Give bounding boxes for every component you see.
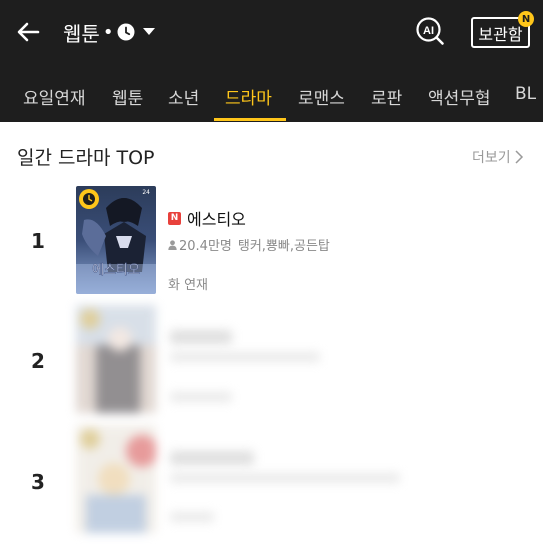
blurred-meta-placeholder — [170, 473, 400, 483]
update-schedule: 화 연재 — [168, 278, 209, 293]
active-tab-indicator — [214, 118, 286, 121]
clock-icon — [79, 189, 99, 209]
cover-art-image — [76, 425, 156, 533]
comic-meta: 20.4만명 탱커,뿅빠,공든탑 — [168, 235, 330, 254]
rank-number: 1 — [31, 229, 45, 253]
section-title: 일간 드라마 TOP — [17, 147, 155, 169]
tab-drama[interactable]: 드라마 — [225, 84, 272, 109]
rank-number: 3 — [31, 470, 45, 494]
comic-thumbnail[interactable] — [76, 305, 156, 413]
svg-text:AI: AI — [423, 25, 434, 37]
comic-info: N 에스티오 20.4만명 탱커,뿅빠,공든탑 화 연재 — [168, 206, 330, 293]
ranking-item[interactable]: 1 에스티오 24 N 에스티오 20.4만명 탱커,뿅빠,공든탑 화 연재 — [0, 186, 543, 298]
blurred-schedule-placeholder — [170, 392, 232, 402]
more-link[interactable]: 더보기 — [472, 147, 524, 167]
svg-text:에스티오: 에스티오 — [92, 263, 140, 278]
caret-down-icon — [143, 28, 156, 35]
more-label: 더보기 — [472, 150, 511, 166]
new-indicator-badge: N — [518, 11, 534, 27]
person-icon — [168, 239, 177, 250]
tab-bl[interactable]: BL — [515, 84, 536, 104]
chevron-right-icon — [515, 150, 523, 164]
ai-search-icon[interactable]: AI — [415, 16, 445, 46]
rank-number: 2 — [31, 349, 45, 373]
category-selector[interactable]: 웹툰 • — [63, 17, 156, 47]
comic-title-line: N 에스티오 — [168, 206, 330, 230]
comic-thumbnail[interactable] — [76, 425, 156, 533]
cover-art-image — [76, 305, 156, 413]
comic-thumbnail[interactable]: 에스티오 24 — [76, 186, 156, 294]
comic-title: 에스티오 — [187, 210, 246, 229]
tab-webtoon[interactable]: 웹툰 — [112, 84, 143, 109]
view-count: 20.4만명 — [179, 239, 232, 254]
tab-shonen[interactable]: 소년 — [168, 84, 199, 109]
back-arrow-icon[interactable] — [14, 18, 42, 46]
blurred-title-placeholder — [170, 451, 254, 465]
clock-icon — [117, 23, 135, 41]
tab-action[interactable]: 액션무협 — [428, 84, 491, 109]
library-button[interactable]: 보관함 N — [471, 11, 534, 48]
blurred-meta-placeholder — [170, 352, 320, 362]
title-separator: • — [102, 21, 114, 43]
tab-romance[interactable]: 로맨스 — [298, 84, 345, 109]
blurred-schedule-placeholder — [170, 512, 214, 522]
author-names: 탱커,뿅빠,공든탑 — [237, 239, 330, 254]
genre-tabs: 요일연재 웹툰 소년 드라마 로맨스 로판 액션무협 BL — [0, 66, 543, 122]
blurred-title-placeholder — [170, 330, 232, 344]
library-label: 보관함 — [478, 24, 523, 44]
tab-weekday[interactable]: 요일연재 — [23, 84, 86, 109]
page-title: 웹툰 — [63, 21, 100, 46]
top-bar: 웹툰 • AI 보관함 N — [0, 0, 543, 66]
tab-romance-fantasy[interactable]: 로판 — [371, 84, 402, 109]
svg-text:24: 24 — [142, 189, 150, 196]
new-badge: N — [168, 211, 181, 225]
